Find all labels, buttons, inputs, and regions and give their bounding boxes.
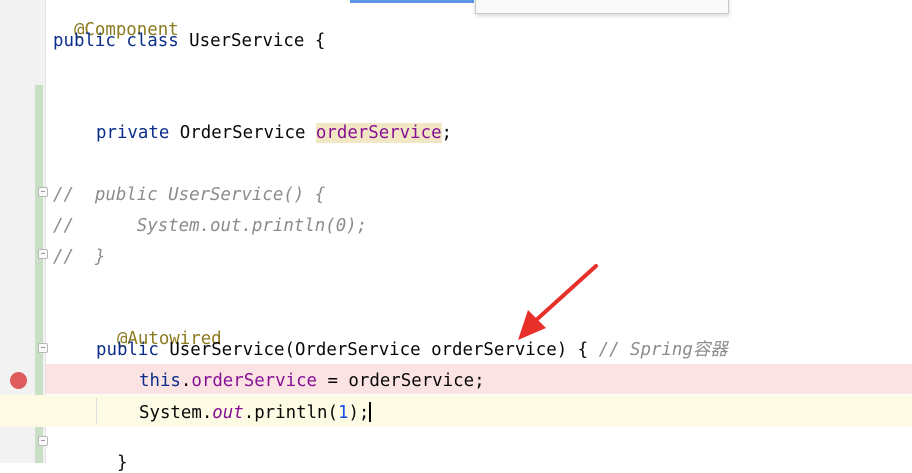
- code-line-2[interactable]: public class UserService {: [53, 31, 325, 51]
- code-line-3[interactable]: private OrderService orderService;: [96, 123, 452, 143]
- code-line-10[interactable]: System.out.println(1);: [139, 402, 372, 423]
- fold-marker-icon[interactable]: [38, 187, 48, 197]
- code-line-9[interactable]: this.orderService = orderService;: [139, 371, 485, 391]
- inline-comment: // Spring容器: [598, 340, 728, 360]
- code-line-4[interactable]: // public UserService() {: [53, 185, 325, 205]
- semicolon: ;: [441, 123, 453, 143]
- fold-marker-icon[interactable]: [38, 436, 48, 446]
- text-caret: [369, 402, 372, 422]
- code-line-5[interactable]: // System.out.println(0);: [53, 216, 367, 236]
- keyword: class: [126, 31, 179, 51]
- fold-marker-icon[interactable]: [38, 343, 48, 353]
- indent-guide: [96, 398, 97, 424]
- static-field: out: [212, 403, 244, 423]
- popup-window[interactable]: [475, 0, 729, 14]
- red-arrow-annotation: [518, 264, 598, 340]
- code-line-6[interactable]: // }: [53, 247, 105, 267]
- active-tab-indicator: [350, 0, 474, 3]
- assignment: = orderService;: [317, 371, 485, 391]
- keyword: private: [96, 123, 170, 143]
- brace: {: [314, 31, 326, 51]
- code-line-8[interactable]: public UserService(OrderService orderSer…: [96, 340, 728, 360]
- class-ref: System.: [139, 403, 213, 423]
- type-name: OrderService: [179, 123, 306, 143]
- field-name: orderService: [315, 123, 442, 143]
- caret-line-highlight: [0, 395, 912, 427]
- breakpoint-icon[interactable]: [10, 372, 27, 389]
- call-close: );: [348, 403, 370, 423]
- keyword: public: [53, 31, 116, 51]
- field-name: orderService: [191, 371, 318, 391]
- fold-marker-icon[interactable]: [38, 249, 48, 259]
- number-literal: 1: [337, 403, 349, 423]
- keyword: this: [139, 371, 181, 391]
- code-line-11[interactable]: }: [96, 433, 127, 473]
- method-call: .println(: [243, 403, 338, 423]
- class-name: UserService: [189, 31, 305, 51]
- closing-brace: }: [116, 453, 128, 473]
- dot: .: [180, 371, 192, 391]
- keyword: public: [96, 340, 159, 360]
